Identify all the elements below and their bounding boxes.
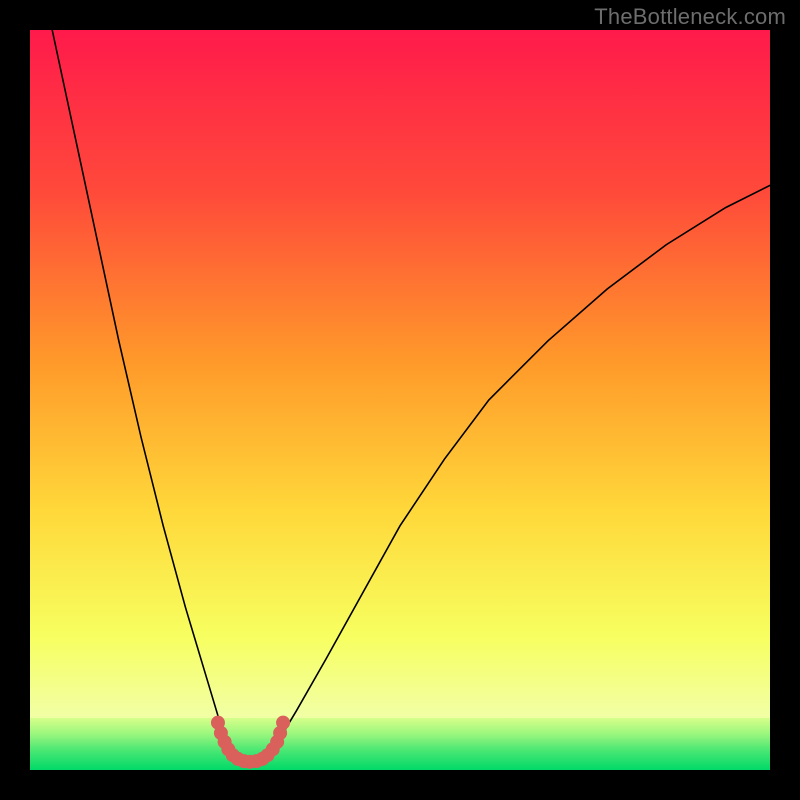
- chart-stage: TheBottleneck.com: [0, 0, 800, 800]
- watermark-text: TheBottleneck.com: [594, 4, 786, 30]
- series-dot-red-u-dots: [276, 716, 290, 730]
- bottleneck-chart: [0, 0, 800, 800]
- green-band: [30, 718, 770, 770]
- plot-background: [30, 30, 770, 770]
